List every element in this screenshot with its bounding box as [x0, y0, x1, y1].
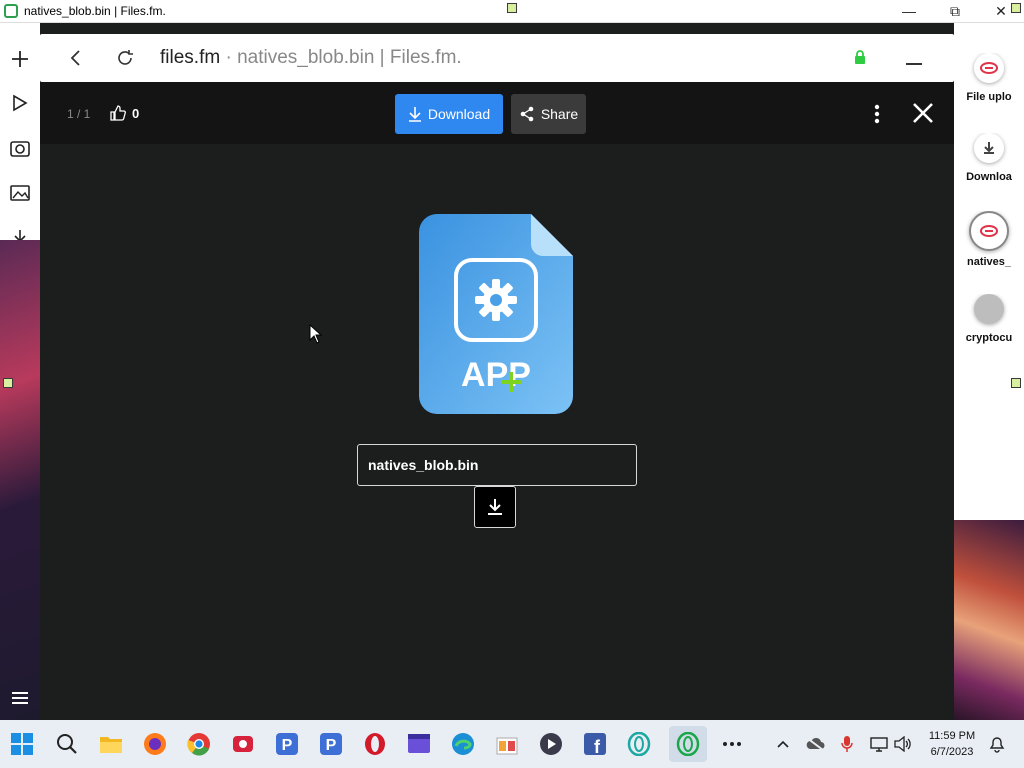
share-button-label: Share	[540, 106, 579, 122]
restore-button[interactable]: ⧉	[932, 0, 978, 23]
address-domain: files.fm	[160, 47, 221, 68]
microphone-icon[interactable]	[837, 734, 857, 754]
chrome-icon[interactable]	[185, 730, 213, 758]
chevron-up-icon[interactable]	[773, 734, 793, 754]
screen-recorder-icon[interactable]	[229, 730, 257, 758]
camera-icon[interactable]	[8, 136, 32, 160]
right-panel-item-downloads[interactable]: Downloa	[960, 133, 1018, 183]
file-type-label: APP	[461, 356, 531, 394]
windows-start-icon[interactable]	[8, 730, 36, 758]
filesfm-logo-icon	[969, 211, 1009, 251]
viewer-main-area: APP natives_blob.bin	[40, 144, 954, 720]
volume-icon[interactable]	[893, 734, 913, 754]
viewer-top-bar: 1 / 1 0 Download Share	[40, 82, 954, 144]
filesfm-logo-icon	[974, 53, 1004, 83]
clock-time: 11:59 PM	[928, 730, 976, 742]
app-p-icon[interactable]: P	[273, 730, 301, 758]
file-explorer-icon[interactable]	[97, 730, 125, 758]
like-button[interactable]: 0	[110, 105, 139, 121]
app-p-icon-2[interactable]: P	[317, 730, 345, 758]
back-button[interactable]	[58, 34, 92, 82]
edge-icon[interactable]	[449, 730, 477, 758]
taskbar-clock[interactable]: 11:59 PM 6/7/2023	[918, 728, 986, 760]
window-title: natives_blob.bin | Files.fm.	[24, 4, 166, 18]
right-panel-item-label: File uplo	[966, 91, 1012, 103]
address-separator: ·	[220, 47, 238, 68]
plus-icon[interactable]	[8, 47, 32, 71]
right-panel-item-natives[interactable]: natives_	[960, 211, 1018, 268]
notifications-icon[interactable]	[987, 734, 1007, 754]
play-icon[interactable]	[8, 91, 32, 115]
right-panel-item-label: natives_	[966, 256, 1012, 268]
resize-handle-left[interactable]	[3, 378, 13, 388]
download-icon	[408, 107, 421, 122]
file-name-field[interactable]: natives_blob.bin	[357, 444, 637, 486]
minimize-viewer-button[interactable]	[906, 63, 922, 65]
file-counter: 1 / 1	[67, 107, 91, 121]
share-button[interactable]: Share	[511, 94, 586, 134]
more-options-icon[interactable]	[870, 104, 884, 129]
media-player-icon[interactable]	[537, 730, 565, 758]
taskbar: P P f 11:59 PM 6/7/2023	[0, 720, 1024, 768]
download-icon	[488, 499, 502, 515]
right-panel-item-file-upload[interactable]: File uplo	[960, 53, 1018, 103]
opera-gx-icon[interactable]	[625, 730, 653, 758]
svg-text:P: P	[326, 737, 337, 754]
right-panel-item-cryptocu[interactable]: cryptocu	[960, 294, 1018, 344]
address-url[interactable]: files.fm · natives_blob.bin | Files.fm.	[160, 47, 462, 69]
app-file-icon: APP	[419, 214, 573, 414]
right-panel-item-label: cryptocu	[965, 332, 1013, 344]
svg-text:f: f	[594, 737, 601, 756]
search-icon[interactable]	[53, 730, 81, 758]
address-bar: files.fm · natives_blob.bin | Files.fm.	[40, 34, 954, 82]
download-icon	[974, 133, 1004, 163]
download-file-button[interactable]	[474, 486, 516, 528]
facebook-icon[interactable]: f	[581, 730, 609, 758]
firefox-icon[interactable]	[141, 730, 169, 758]
close-viewer-icon[interactable]	[912, 102, 934, 129]
right-panel-item-label: Downloa	[966, 171, 1012, 183]
gallery-app-icon[interactable]	[493, 730, 521, 758]
like-count: 0	[132, 105, 140, 121]
desktop-wallpaper-right	[954, 520, 1024, 720]
svg-text:P: P	[282, 737, 293, 754]
resize-handle-top[interactable]	[507, 3, 517, 13]
network-icon[interactable]	[869, 734, 889, 754]
opera-icon[interactable]	[361, 730, 389, 758]
download-button[interactable]: Download	[395, 94, 503, 134]
minimize-button[interactable]: —	[886, 0, 932, 23]
share-icon	[520, 106, 534, 122]
resize-handle-right[interactable]	[1011, 378, 1021, 388]
mouse-cursor-icon	[309, 324, 323, 344]
hamburger-menu-icon[interactable]	[10, 690, 30, 711]
grey-circle-icon	[974, 294, 1004, 324]
more-apps-icon[interactable]	[718, 730, 746, 758]
app-icon	[4, 4, 18, 18]
lock-icon	[854, 50, 866, 69]
video-editor-icon[interactable]	[405, 730, 433, 758]
download-button-label: Download	[427, 106, 491, 122]
active-browser-icon[interactable]	[669, 726, 707, 762]
desktop-wallpaper-left	[0, 240, 40, 720]
clock-date: 6/7/2023	[930, 746, 974, 758]
resize-handle-top-right[interactable]	[1011, 3, 1021, 13]
image-icon[interactable]	[8, 181, 32, 205]
cloud-offline-icon[interactable]	[805, 734, 825, 754]
thumbs-up-icon	[110, 105, 126, 121]
reload-button[interactable]	[108, 34, 142, 82]
address-page-title: natives_blob.bin | Files.fm.	[237, 47, 462, 68]
